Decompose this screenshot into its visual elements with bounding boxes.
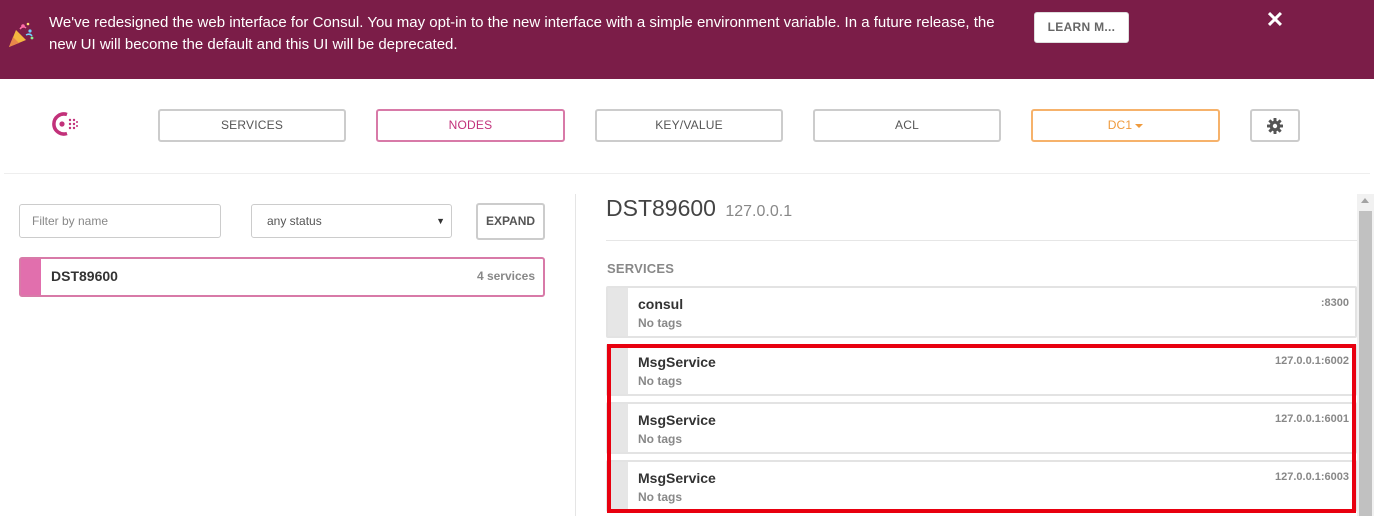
filter-by-name-input[interactable] xyxy=(19,204,221,238)
datacenter-dropdown[interactable]: DC1 xyxy=(1031,109,1220,142)
service-name: MsgService xyxy=(638,354,716,370)
nav-acl-button[interactable]: ACL xyxy=(813,109,1001,142)
service-item[interactable]: consul No tags :8300 xyxy=(606,286,1357,338)
node-list-item[interactable]: DST89600 4 services xyxy=(19,257,545,297)
service-item[interactable]: MsgService No tags 127.0.0.1:6001 xyxy=(606,402,1357,454)
service-status-stripe xyxy=(608,288,628,336)
service-address: 127.0.0.1:6003 xyxy=(1274,471,1349,483)
service-address: 127.0.0.1:6002 xyxy=(1274,355,1349,367)
service-address: :8300 xyxy=(1320,297,1349,309)
service-tags: No tags xyxy=(638,374,683,388)
scrollbar-thumb[interactable] xyxy=(1359,211,1372,516)
node-status-stripe xyxy=(21,259,41,295)
service-item[interactable]: MsgService No tags 127.0.0.1:6003 xyxy=(606,460,1357,512)
scrollbar[interactable] xyxy=(1357,194,1374,516)
settings-button[interactable] xyxy=(1250,109,1300,142)
service-status-stripe xyxy=(608,404,628,452)
nav-services-button[interactable]: SERVICES xyxy=(158,109,346,142)
node-detail-name: DST89600 xyxy=(606,195,716,221)
service-status-stripe xyxy=(608,462,628,510)
service-tags: No tags xyxy=(638,316,683,330)
expand-button[interactable]: EXPAND xyxy=(476,203,545,240)
gear-icon xyxy=(1267,118,1283,134)
learn-more-button[interactable]: LEARN M... xyxy=(1034,12,1129,43)
service-item[interactable]: MsgService No tags 127.0.0.1:6002 xyxy=(606,344,1357,396)
service-name: consul xyxy=(638,296,684,312)
banner-message: We've redesigned the web interface for C… xyxy=(49,14,995,53)
header-divider xyxy=(4,173,1370,174)
status-select-value: any status xyxy=(267,214,322,228)
status-select[interactable]: any status ▼ xyxy=(251,204,452,238)
consul-logo-icon[interactable] xyxy=(48,110,80,138)
close-icon[interactable]: ✕ xyxy=(1264,8,1286,32)
datacenter-label: DC1 xyxy=(1107,118,1133,132)
scroll-up-arrow-icon[interactable] xyxy=(1361,198,1369,203)
party-popper-icon xyxy=(9,22,34,47)
nav-keyvalue-button[interactable]: KEY/VALUE xyxy=(595,109,783,142)
node-detail-address: 127.0.0.1 xyxy=(725,203,793,220)
service-tags: No tags xyxy=(638,490,683,504)
caret-down-icon xyxy=(1135,123,1144,128)
service-name: MsgService xyxy=(638,470,716,486)
column-divider xyxy=(575,194,576,516)
node-service-count: 4 services xyxy=(476,269,535,283)
service-status-stripe xyxy=(608,346,628,394)
service-address: 127.0.0.1:6001 xyxy=(1274,413,1349,425)
nav-nodes-button[interactable]: NODES xyxy=(376,109,565,142)
triangle-down-icon: ▼ xyxy=(436,216,445,226)
service-name: MsgService xyxy=(638,412,716,428)
title-rule xyxy=(606,240,1357,241)
service-tags: No tags xyxy=(638,432,683,446)
redesign-banner: We've redesigned the web interface for C… xyxy=(0,0,1374,79)
services-section-label: SERVICES xyxy=(607,261,675,276)
node-detail-title: DST89600 127.0.0.1 xyxy=(606,195,792,222)
node-name: DST89600 xyxy=(51,268,118,284)
